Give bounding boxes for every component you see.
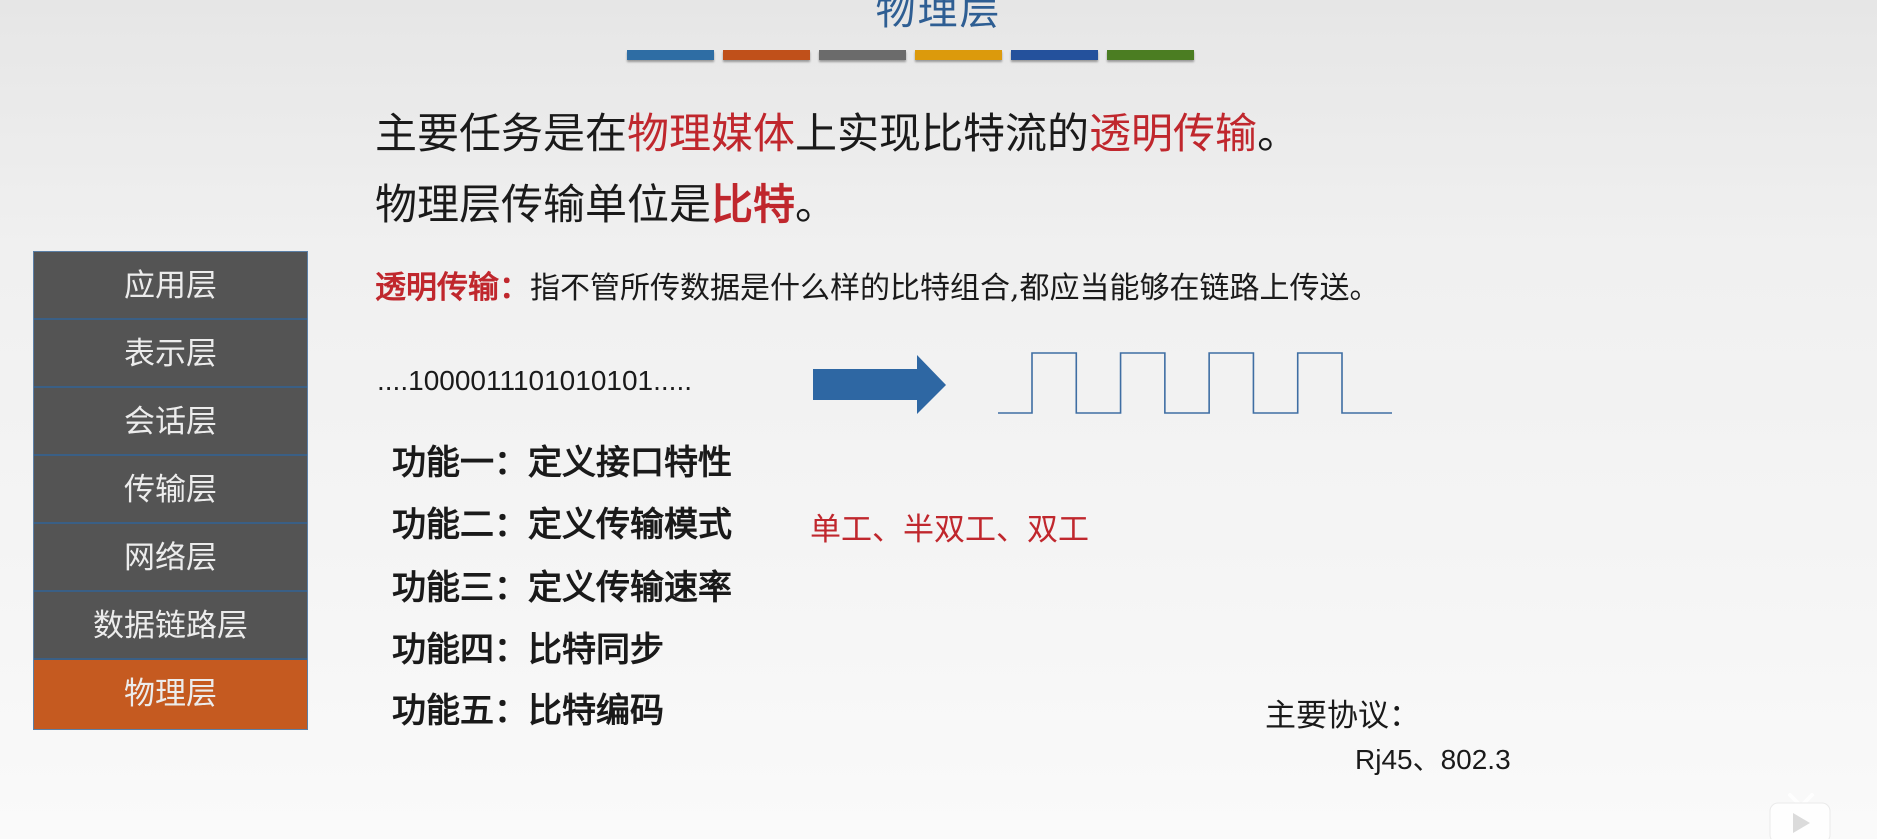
layer-presentation: 表示层 xyxy=(34,320,307,388)
color-bar-segment xyxy=(1107,50,1194,60)
square-wave-line xyxy=(998,352,1392,414)
highlight-physical-media: 物理媒体 xyxy=(627,109,796,158)
layer-physical: 物理层 xyxy=(34,660,307,729)
text: 主要任务是在 xyxy=(375,109,628,158)
osi-layer-stack: 应用层 表示层 会话层 传输层 网络层 数据链路层 物理层 xyxy=(33,251,308,730)
bilibili-tv-play-icon[interactable] xyxy=(1768,792,1832,839)
transmission-mode-note: 单工、半双工、双工 xyxy=(810,512,1089,548)
decorative-color-bar xyxy=(627,50,1194,60)
definition-term: 透明传输： xyxy=(375,270,530,306)
highlight-bit: 比特 xyxy=(711,180,796,229)
bitstream-text: ....1000011101010101..... xyxy=(377,365,693,396)
protocols-value: Rj45、802.3 xyxy=(1355,744,1511,775)
definition-text: 指不管所传数据是什么样的比特组合,都应当能够在链路上传送。 xyxy=(530,271,1380,306)
color-bar-segment xyxy=(1011,50,1098,60)
color-bar-segment xyxy=(819,50,906,60)
function-item: 功能一：定义接口特性 xyxy=(392,443,732,483)
color-bar-segment xyxy=(915,50,1002,60)
color-bar-segment xyxy=(627,50,714,60)
text: 。 xyxy=(1257,109,1300,158)
color-bar-segment xyxy=(723,50,810,60)
text: 上实现比特流的 xyxy=(795,109,1090,158)
function-item: 功能五：比特编码 xyxy=(392,691,664,731)
right-arrow-icon xyxy=(813,355,946,414)
function-item: 功能三：定义传输速率 xyxy=(392,568,732,608)
main-task-statement: 主要任务是在物理媒体上实现比特流的透明传输。 xyxy=(375,100,1299,161)
highlight-transparent-transmission: 透明传输 xyxy=(1089,109,1258,158)
layer-network: 网络层 xyxy=(34,524,307,592)
transmission-unit-statement: 物理层传输单位是比特。 xyxy=(375,171,837,232)
function-item: 功能四：比特同步 xyxy=(392,630,664,670)
text: 物理层传输单位是 xyxy=(375,180,712,229)
text: 。 xyxy=(795,180,838,229)
slide-title: 物理层 xyxy=(875,0,1002,34)
function-item: 功能二：定义传输模式 xyxy=(392,505,732,545)
definition-transparent-transmission: 透明传输：指不管所传数据是什么样的比特组合,都应当能够在链路上传送。 xyxy=(375,262,1380,307)
layer-session: 会话层 xyxy=(34,388,307,456)
square-wave-signal xyxy=(998,352,1392,414)
protocols-label: 主要协议： xyxy=(1265,698,1420,734)
layer-transport: 传输层 xyxy=(34,456,307,524)
layer-application: 应用层 xyxy=(34,252,307,320)
arrow-shape xyxy=(813,355,946,414)
layer-data-link: 数据链路层 xyxy=(34,592,307,660)
